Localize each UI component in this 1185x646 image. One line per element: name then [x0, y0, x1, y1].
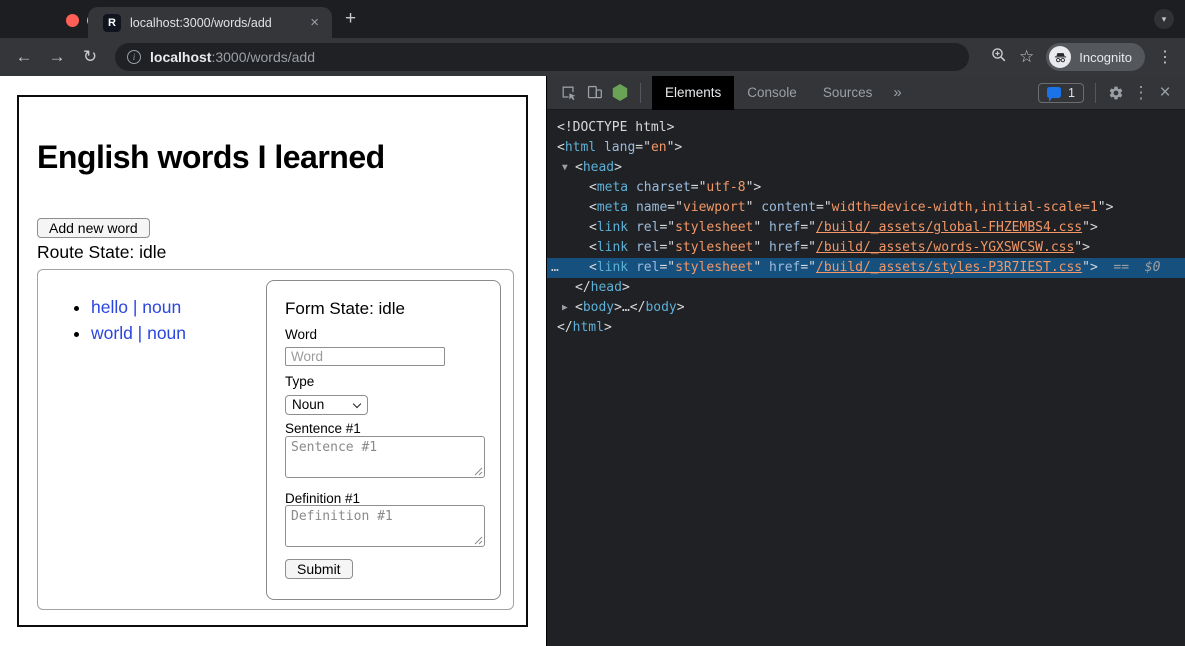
dom-node[interactable]: <link rel="stylesheet" href="/build/_ass… — [547, 238, 1185, 258]
definition-label: Definition #1 — [285, 491, 360, 506]
new-tab-button[interactable]: + — [345, 8, 356, 30]
device-toolbar-icon[interactable] — [581, 76, 607, 110]
type-select[interactable]: Noun — [285, 395, 368, 415]
divider — [1095, 83, 1096, 103]
zoom-icon[interactable] — [991, 47, 1007, 68]
extension-hexagon-icon[interactable] — [607, 76, 633, 110]
dom-node[interactable]: ▶<body>…</body> — [547, 298, 1185, 318]
form-state-text: Form State: idle — [285, 299, 405, 319]
tab-title: localhost:3000/words/add — [130, 16, 307, 30]
submit-button[interactable]: Submit — [285, 559, 353, 579]
back-icon[interactable]: ← — [12, 47, 36, 67]
browser-toolbar: ← → ↻ i localhost:3000/words/add ☆ Incog… — [0, 38, 1185, 76]
dom-node[interactable]: </head> — [547, 278, 1185, 298]
remix-favicon-icon: R — [103, 14, 121, 32]
more-panels-icon[interactable]: » — [885, 84, 909, 101]
forward-icon[interactable]: → — [45, 47, 69, 67]
incognito-badge: Incognito — [1046, 43, 1145, 71]
address-bar[interactable]: i localhost:3000/words/add — [115, 43, 969, 71]
url-host: localhost — [150, 49, 211, 65]
devtools-menu-icon[interactable]: ⋮ — [1129, 83, 1153, 103]
twistie-icon: ▶ — [562, 298, 568, 318]
dom-node[interactable]: <meta name="viewport" content="width=dev… — [547, 198, 1185, 218]
word-input[interactable] — [285, 347, 445, 366]
tab-search-chevron-icon[interactable]: ▾ — [1154, 9, 1174, 29]
dom-node[interactable]: <!DOCTYPE html> — [547, 118, 1185, 138]
incognito-label: Incognito — [1079, 50, 1132, 65]
reload-icon[interactable]: ↻ — [78, 47, 102, 67]
incognito-avatar-icon — [1049, 46, 1071, 68]
words-panel: hello | noun world | noun Form State: idl… — [37, 269, 514, 610]
add-word-form: Form State: idle Word Type Noun Sentence… — [266, 280, 501, 600]
dom-node[interactable]: </html> — [547, 318, 1185, 338]
list-item: hello | noun — [91, 294, 186, 320]
issues-count: 1 — [1068, 86, 1075, 100]
url-text: localhost:3000/words/add — [150, 49, 315, 65]
devtools-close-icon[interactable]: × — [1153, 82, 1177, 104]
dom-node[interactable]: ▼<head> — [547, 158, 1185, 178]
dom-node[interactable]: <meta charset="utf-8"> — [547, 178, 1185, 198]
devtools-tabs: ElementsConsoleSources — [652, 76, 885, 110]
close-window-button[interactable] — [66, 14, 79, 27]
issues-badge[interactable]: 1 — [1038, 83, 1084, 103]
browser-menu-icon[interactable]: ⋮ — [1157, 47, 1173, 67]
word-link[interactable]: world | noun — [91, 323, 186, 343]
dom-node-selected[interactable]: …<link rel="stylesheet" href="/build/_as… — [547, 258, 1185, 278]
site-info-icon[interactable]: i — [127, 50, 141, 64]
bookmark-star-icon[interactable]: ☆ — [1019, 47, 1034, 67]
route-state-text: Route State: idle — [37, 242, 166, 263]
dom-node[interactable]: <link rel="stylesheet" href="/build/_ass… — [547, 218, 1185, 238]
browser-tab[interactable]: R localhost:3000/words/add × — [88, 7, 332, 38]
divider — [640, 83, 641, 103]
devtools-tab-elements[interactable]: Elements — [652, 76, 734, 110]
word-link[interactable]: hello | noun — [91, 297, 181, 317]
page-viewport: English words I learned Add new word Rou… — [0, 76, 546, 646]
type-label: Type — [285, 374, 314, 389]
issues-bubble-icon — [1047, 87, 1061, 98]
page-title: English words I learned — [37, 141, 385, 173]
word-label: Word — [285, 327, 317, 342]
dom-node[interactable]: <html lang="en"> — [547, 138, 1185, 158]
sentence-label: Sentence #1 — [285, 421, 361, 436]
words-list: hello | noun world | noun — [38, 294, 186, 346]
definition-textarea[interactable] — [285, 505, 485, 547]
browser-window: R localhost:3000/words/add × + ▾ ← → ↻ i… — [0, 0, 1185, 646]
devtools-tab-sources[interactable]: Sources — [810, 76, 886, 110]
twistie-icon: ▼ — [562, 158, 568, 178]
tab-strip: R localhost:3000/words/add × + ▾ — [0, 0, 1185, 38]
devtools-settings-gear-icon[interactable] — [1103, 76, 1129, 110]
inspect-element-icon[interactable] — [555, 76, 581, 110]
add-new-word-button[interactable]: Add new word — [37, 218, 150, 238]
url-path: :3000/words/add — [211, 49, 315, 65]
page-container: English words I learned Add new word Rou… — [17, 95, 528, 627]
devtools-toolbar: ElementsConsoleSources » 1 ⋮ × — [547, 76, 1185, 110]
tab-close-icon[interactable]: × — [307, 15, 322, 30]
devtools-panel: ElementsConsoleSources » 1 ⋮ × <!DOCTYPE… — [546, 76, 1185, 646]
list-item: world | noun — [91, 320, 186, 346]
devtools-tab-console[interactable]: Console — [734, 76, 810, 110]
sentence-textarea[interactable] — [285, 436, 485, 478]
devtools-dom-tree: <!DOCTYPE html><html lang="en">▼<head><m… — [547, 110, 1185, 646]
